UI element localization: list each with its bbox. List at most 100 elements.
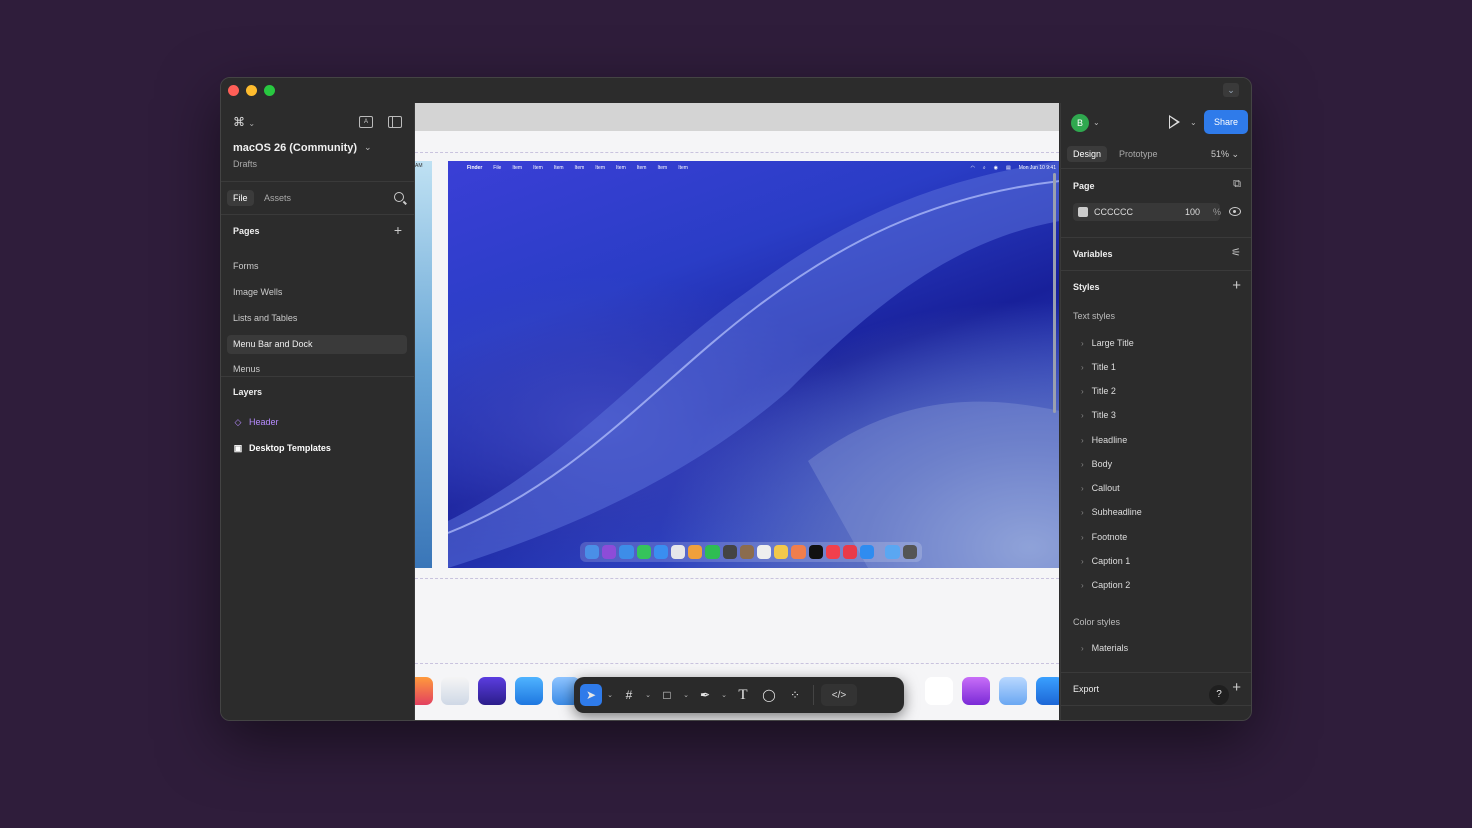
calendar-icon[interactable] (722, 545, 737, 559)
menu-item[interactable]: Item (575, 165, 585, 171)
share-button[interactable]: Share (1204, 110, 1248, 134)
finder-icon[interactable] (585, 545, 600, 559)
wifi-icon[interactable]: ◠ (970, 165, 974, 171)
eye-icon[interactable] (1229, 207, 1241, 216)
control-center-icon[interactable]: ◉ (994, 165, 998, 171)
help-button[interactable]: ? (1209, 685, 1229, 705)
messages-icon[interactable] (636, 545, 651, 559)
menu-item[interactable]: Item (616, 165, 626, 171)
menu-item[interactable]: Item (554, 165, 564, 171)
chevron-down-icon[interactable]: ⌄ (720, 691, 728, 699)
tab-design[interactable]: Design (1067, 146, 1108, 162)
freeform-icon[interactable] (791, 545, 806, 559)
zoom-window-button[interactable] (264, 85, 275, 96)
menu-item[interactable]: Item (512, 165, 522, 171)
search-icon[interactable] (394, 192, 404, 202)
actions-tool[interactable]: ⁘ (784, 684, 806, 706)
tv-icon[interactable] (808, 545, 823, 559)
facetime-icon[interactable] (705, 545, 720, 559)
layer-item-header[interactable]: ◇ Header (233, 417, 279, 428)
reminders-icon[interactable] (757, 545, 772, 559)
toggle-sidebar-icon[interactable] (388, 116, 402, 128)
menu-item[interactable]: Item (657, 165, 667, 171)
keynote-icon[interactable] (515, 677, 543, 705)
photos-icon[interactable] (688, 545, 703, 559)
text-tool[interactable]: T (732, 684, 754, 706)
page-item-lists-and-tables[interactable]: Lists and Tables (227, 309, 407, 328)
style-item[interactable]: › Title 3 (1081, 410, 1116, 420)
chevron-down-icon[interactable]: ⌄ (682, 691, 690, 699)
menu-item-finder[interactable]: Finder (467, 165, 482, 171)
style-item[interactable]: › Title 1 (1081, 362, 1116, 372)
tab-file[interactable]: File (227, 190, 254, 206)
mail-icon[interactable] (653, 545, 669, 559)
adjacent-frame[interactable] (415, 161, 432, 568)
style-item[interactable]: › Large Title (1081, 338, 1134, 348)
comment-tool[interactable]: ◯ (758, 684, 780, 706)
page-color-field[interactable]: CCCCCC 100 % (1073, 203, 1221, 221)
menu-item[interactable]: Item (678, 165, 688, 171)
canvas-scrollbar[interactable] (1053, 173, 1056, 413)
style-item[interactable]: › Caption 2 (1081, 580, 1130, 590)
move-tool[interactable]: ➤ (580, 684, 602, 706)
chevron-down-icon[interactable]: ⌄ (644, 691, 652, 699)
menu-item[interactable]: Item (533, 165, 543, 171)
add-export-icon[interactable]: + (1232, 679, 1241, 696)
present-play-icon[interactable] (1169, 115, 1180, 129)
contacts-icon[interactable] (739, 545, 755, 559)
file-title[interactable]: macOS 26 (Community) (233, 142, 357, 154)
maps-icon[interactable] (671, 545, 686, 559)
user-icon[interactable]: ▤ (1006, 165, 1011, 171)
menu-item[interactable]: Item (595, 165, 605, 171)
style-item[interactable]: › Footnote (1081, 532, 1127, 542)
chevron-down-icon[interactable]: ⌄ (364, 142, 372, 153)
podcasts-icon[interactable] (962, 677, 990, 705)
page-item-image-wells[interactable]: Image Wells (227, 283, 407, 302)
app-icon[interactable] (1036, 677, 1059, 705)
minimize-window-button[interactable] (246, 85, 257, 96)
menu-bar-clock[interactable]: Mon Jun 10 9:41 (1019, 165, 1056, 171)
avatar[interactable]: B (1071, 114, 1089, 132)
style-item[interactable]: › Subheadline (1081, 507, 1142, 517)
dev-mode-tool[interactable]: </> (821, 684, 857, 706)
search-icon[interactable]: ⌕ (983, 165, 986, 171)
news-icon[interactable] (843, 545, 858, 559)
ai-icon[interactable]: A (359, 116, 373, 128)
style-item[interactable]: › Callout (1081, 483, 1120, 493)
page-settings-icon[interactable]: ⧉ (1233, 178, 1241, 191)
chevron-down-icon[interactable]: ⌄ (1223, 83, 1239, 97)
add-page-icon[interactable]: + (394, 223, 402, 237)
imovie-icon[interactable] (478, 677, 506, 705)
page-item-menu-bar-and-dock[interactable]: Menu Bar and Dock (227, 335, 407, 354)
design-canvas[interactable]: AM Finder File Item Item Item Item Item … (415, 103, 1059, 720)
frame-tool[interactable]: # (618, 684, 640, 706)
pen-tool[interactable]: ✒ (694, 684, 716, 706)
shape-tool[interactable]: □ (656, 684, 678, 706)
close-window-button[interactable] (228, 85, 239, 96)
style-item[interactable]: › Body (1081, 459, 1112, 469)
app-icon[interactable] (415, 677, 433, 705)
music-icon[interactable] (825, 545, 841, 559)
page-opacity[interactable]: 100 (1185, 207, 1200, 217)
layer-item-desktop-templates[interactable]: ▣ Desktop Templates (233, 443, 331, 454)
tab-prototype[interactable]: Prototype (1119, 149, 1158, 159)
add-style-icon[interactable]: + (1232, 277, 1241, 294)
tab-assets[interactable]: Assets (264, 193, 291, 203)
chevron-down-icon[interactable]: ⌄ (1190, 118, 1197, 127)
app-store-icon[interactable] (860, 545, 875, 559)
safari-icon[interactable] (619, 545, 634, 559)
chevron-down-icon[interactable]: ⌄ (1093, 118, 1100, 127)
launchpad-icon[interactable] (602, 545, 617, 559)
style-item[interactable]: › Headline (1081, 435, 1127, 445)
app-icon[interactable] (999, 677, 1027, 705)
main-menu-button[interactable]: ⌘ ⌄ (233, 115, 255, 129)
page-item-forms[interactable]: Forms (227, 257, 407, 276)
style-item[interactable]: › Materials (1081, 643, 1128, 653)
trash-icon[interactable] (902, 545, 917, 559)
folder-icon[interactable] (885, 545, 900, 559)
freeform-icon[interactable] (441, 677, 469, 705)
zoom-level[interactable]: 51% ⌄ (1211, 149, 1239, 160)
menu-item[interactable]: Item (637, 165, 647, 171)
photos-icon[interactable] (925, 677, 953, 705)
desktop-template-frame[interactable]: Finder File Item Item Item Item Item Ite… (448, 161, 1059, 568)
